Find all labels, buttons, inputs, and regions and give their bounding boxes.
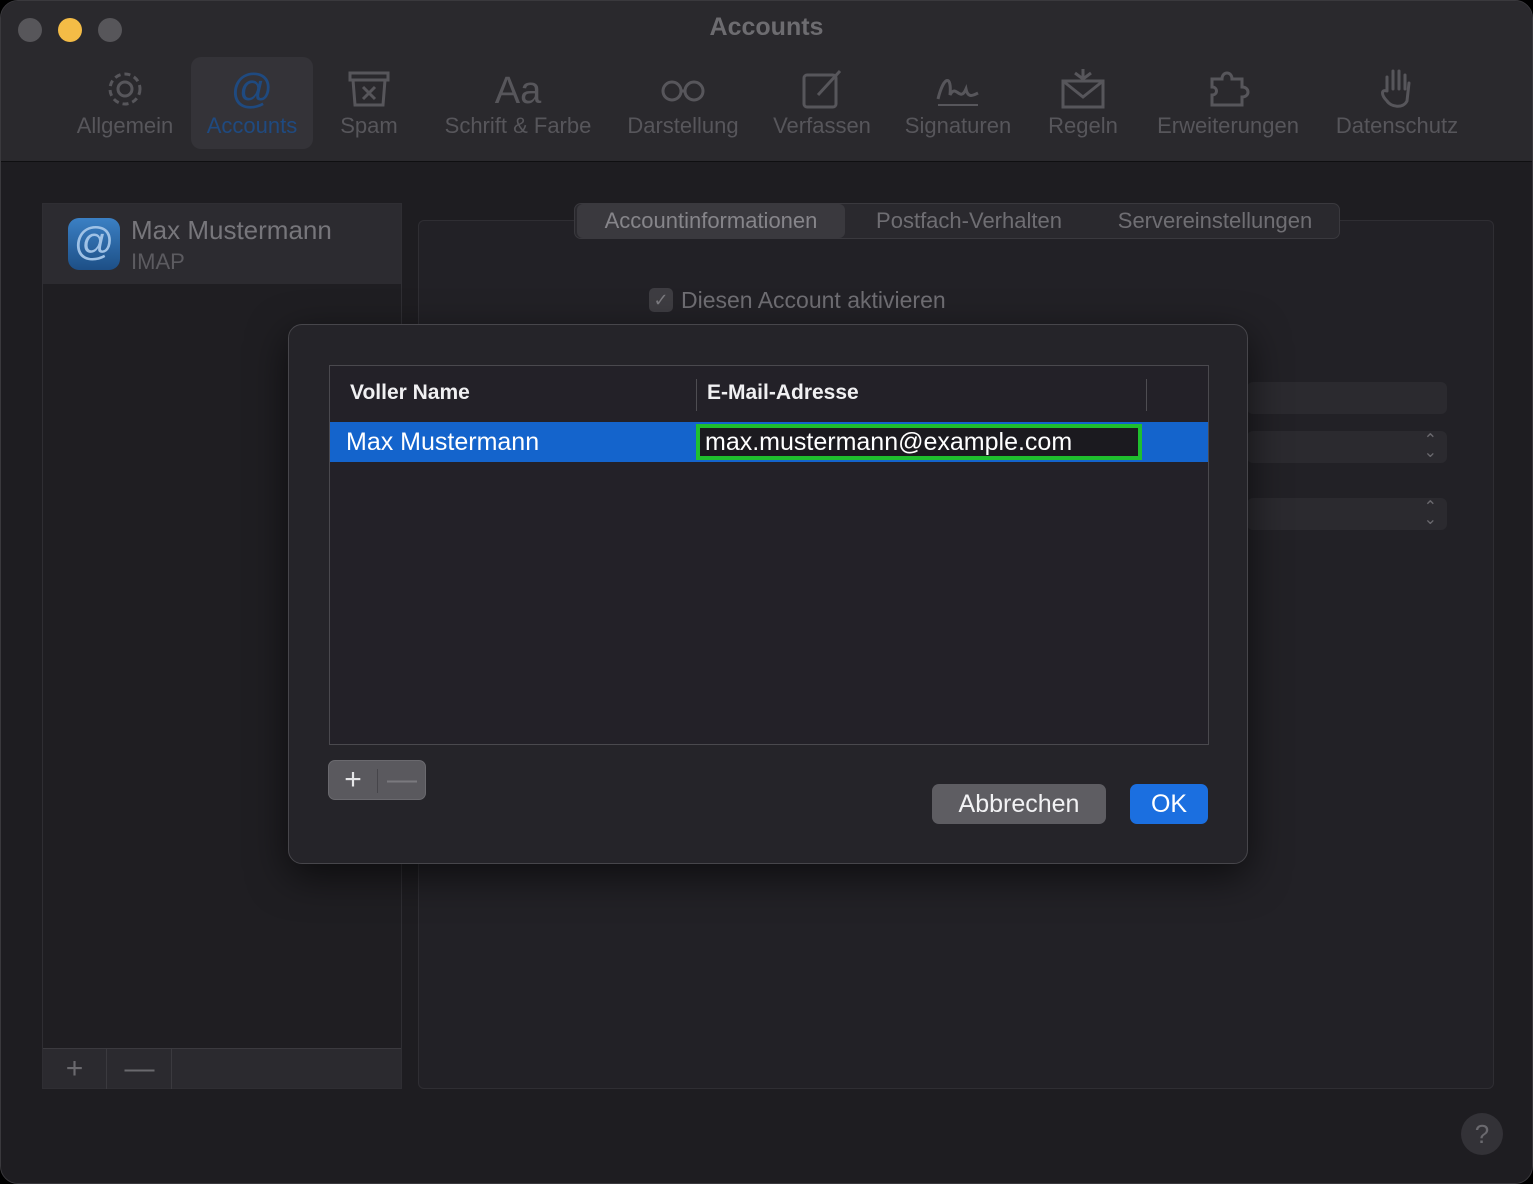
column-divider[interactable] xyxy=(1146,379,1147,411)
toolbar-label: Erweiterungen xyxy=(1157,113,1299,138)
add-remove-control: + — xyxy=(328,760,426,800)
account-tabs: Accountinformationen Postfach-Verhalten … xyxy=(574,203,1340,239)
toolbar-item-regeln[interactable]: Regeln xyxy=(1041,57,1125,149)
rules-envelope-icon xyxy=(1061,69,1105,109)
remove-address-button[interactable]: — xyxy=(378,761,426,801)
toolbar-label: Signaturen xyxy=(904,113,1012,138)
account-list-item[interactable]: @ Max Mustermann IMAP xyxy=(43,204,401,284)
mail-preferences-window: Accounts Allgemein @ Accounts Spam Aa Sc… xyxy=(0,0,1533,1184)
description-field[interactable] xyxy=(1247,382,1447,414)
toolbar-item-schrift-farbe[interactable]: Aa Schrift & Farbe xyxy=(433,57,603,149)
preferences-toolbar: Allgemein @ Accounts Spam Aa Schrift & F… xyxy=(1,57,1532,149)
full-name-cell[interactable]: Max Mustermann xyxy=(346,428,539,457)
tab-servereinstellungen[interactable]: Servereinstellungen xyxy=(1093,204,1337,238)
help-button[interactable]: ? xyxy=(1461,1113,1503,1155)
toolbar-item-darstellung[interactable]: Darstellung xyxy=(617,57,749,149)
enable-account-label: Diesen Account aktivieren xyxy=(681,287,946,313)
svg-text:@: @ xyxy=(231,65,274,112)
toolbar-label: Allgemein xyxy=(76,113,174,138)
toolbar-item-signaturen[interactable]: Signaturen xyxy=(895,57,1021,149)
account-at-icon: @ xyxy=(68,218,120,270)
updown-arrows-icon: ⌃ ⌄ xyxy=(1423,432,1437,461)
email-cell-editor[interactable]: max.mustermann@example.com xyxy=(696,424,1142,460)
at-icon: @ xyxy=(231,65,274,112)
tab-accountinformationen[interactable]: Accountinformationen xyxy=(577,204,845,238)
column-header-full-name[interactable]: Voller Name xyxy=(350,381,470,405)
email-addresses-table: Voller Name E-Mail-Adresse Max Musterman… xyxy=(329,365,1209,745)
email-address-popup[interactable]: ⌃ ⌄ xyxy=(1247,431,1447,463)
compose-icon xyxy=(802,69,842,109)
toolbar-label: Accounts xyxy=(206,113,298,138)
table-row[interactable]: Max Mustermann max.mustermann@example.co… xyxy=(330,422,1208,462)
toolbar-item-accounts[interactable]: @ Accounts xyxy=(191,57,313,149)
ok-button[interactable]: OK xyxy=(1130,784,1208,824)
toolbar-label: Datenschutz xyxy=(1335,113,1459,138)
column-header-email[interactable]: E-Mail-Adresse xyxy=(707,381,859,405)
toolbar-label: Darstellung xyxy=(627,113,739,138)
cancel-button[interactable]: Abbrechen xyxy=(932,784,1106,824)
gear-icon xyxy=(108,72,142,106)
hand-icon xyxy=(1381,69,1411,108)
enable-account-checkbox[interactable]: ✓ xyxy=(649,288,673,312)
remove-account-button[interactable]: — xyxy=(108,1049,172,1089)
table-header: Voller Name E-Mail-Adresse xyxy=(330,366,1208,422)
add-address-button[interactable]: + xyxy=(329,761,377,801)
toolbar-label: Schrift & Farbe xyxy=(444,113,592,138)
signature-icon xyxy=(936,79,979,106)
account-name: Max Mustermann xyxy=(131,215,332,245)
edit-email-addresses-sheet: Voller Name E-Mail-Adresse Max Musterman… xyxy=(288,324,1248,864)
toolbar-label: Verfassen xyxy=(773,113,871,138)
updown-arrows-icon: ⌃ ⌄ xyxy=(1423,499,1437,528)
account-list-footer: + — xyxy=(43,1048,401,1089)
toolbar-item-datenschutz[interactable]: Datenschutz xyxy=(1325,57,1469,149)
tab-postfach-verhalten[interactable]: Postfach-Verhalten xyxy=(851,204,1087,238)
account-type: IMAP xyxy=(131,249,185,274)
toolbar-item-verfassen[interactable]: Verfassen xyxy=(765,57,879,149)
junk-bin-icon xyxy=(348,71,390,107)
titlebar: Accounts Allgemein @ Accounts Spam Aa Sc… xyxy=(1,1,1532,162)
toolbar-item-allgemein[interactable]: Allgemein xyxy=(65,57,185,149)
font-icon: Aa xyxy=(495,70,542,112)
svg-text:Aa: Aa xyxy=(495,70,542,112)
window-title: Accounts xyxy=(709,13,824,41)
glasses-icon xyxy=(661,80,705,102)
toolbar-label: Spam xyxy=(340,113,398,138)
add-account-button[interactable]: + xyxy=(43,1049,107,1089)
full-name-popup[interactable]: ⌃ ⌄ xyxy=(1247,498,1447,530)
puzzle-icon xyxy=(1210,71,1250,107)
toolbar-item-spam[interactable]: Spam xyxy=(327,57,411,149)
column-divider[interactable] xyxy=(696,379,697,411)
toolbar-label: Regeln xyxy=(1048,113,1118,138)
toolbar-item-erweiterungen[interactable]: Erweiterungen xyxy=(1147,57,1309,149)
